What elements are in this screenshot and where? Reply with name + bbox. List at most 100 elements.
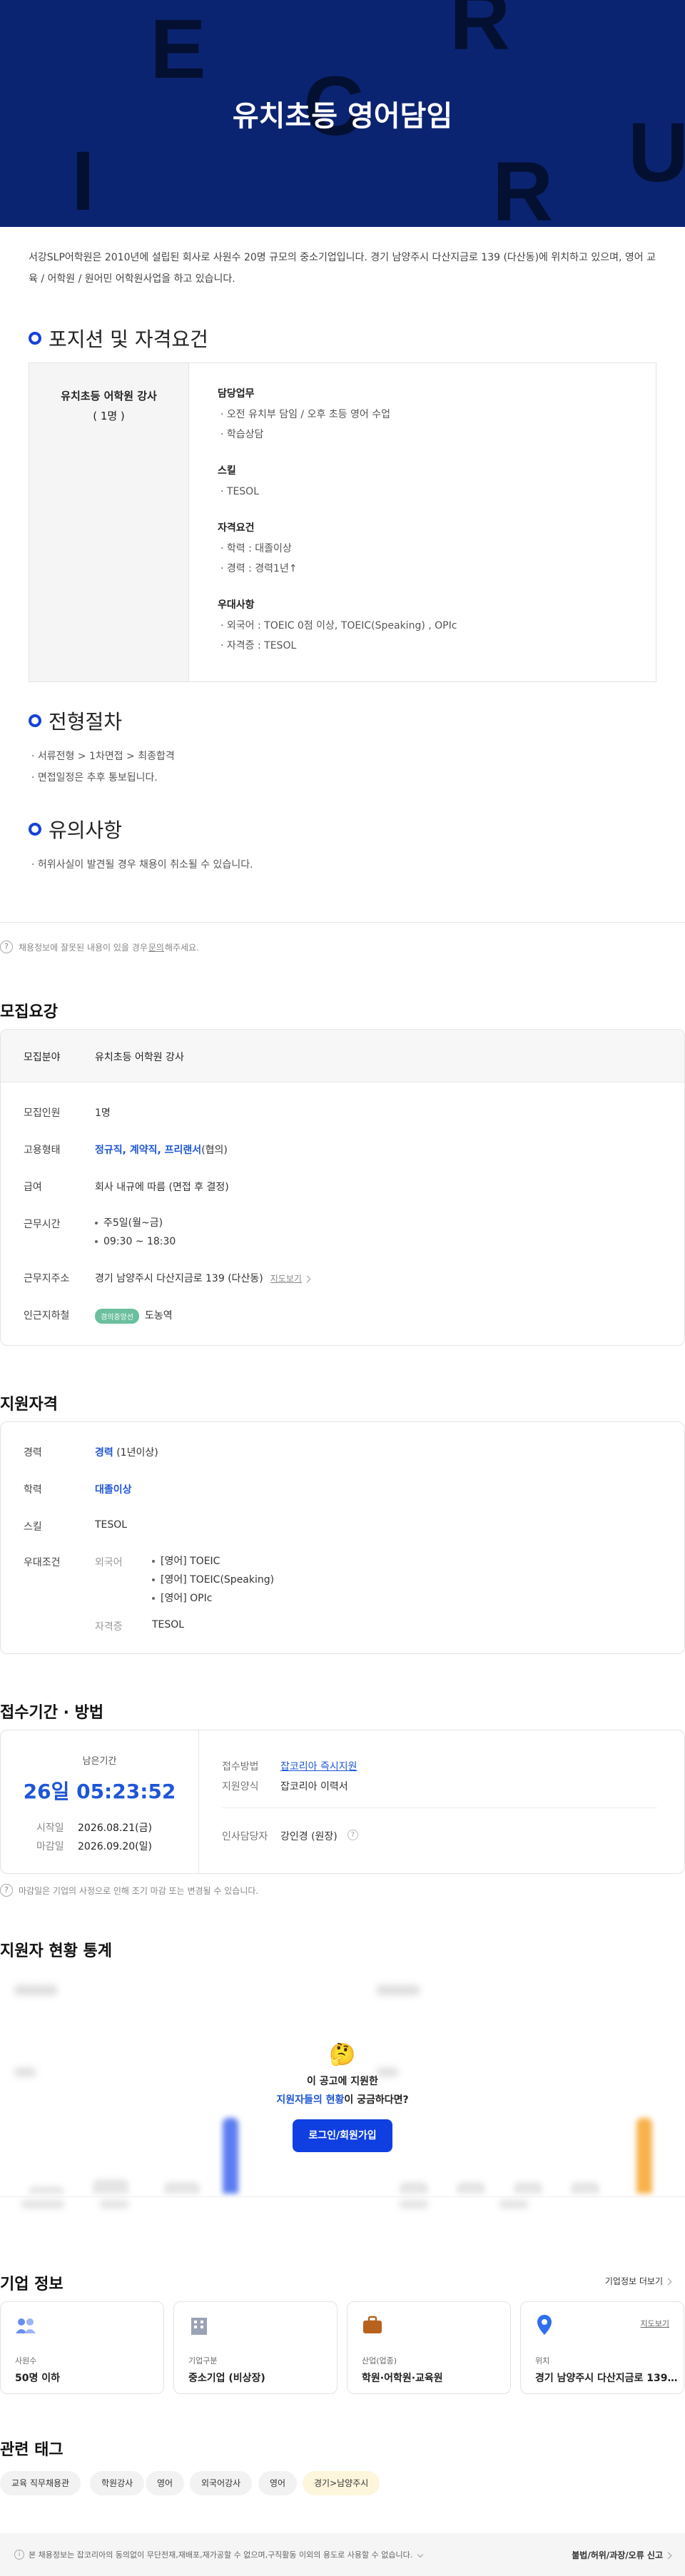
company-intro: 서강SLP어학원은 2010년에 설립된 회사로 사원수 20명 규모의 중소기…	[29, 252, 656, 285]
manager-name: 강인경 (원장)	[280, 1831, 338, 1842]
position-block-title: 자격요건	[218, 522, 255, 534]
position-block-item: · 외국어 : TOEIC 0점 이상, TOEIC(Speaking) , O…	[220, 620, 457, 632]
question-icon: ?	[0, 1884, 13, 1897]
tag-chip[interactable]: 교육 직무채용관	[0, 2471, 81, 2495]
caution-list: · 허위사실이 발견될 경우 채용이 취소될 수 있습니다.	[31, 854, 253, 876]
thinking-face-icon: 🤔	[329, 2042, 356, 2067]
report-link[interactable]: 문의	[148, 941, 164, 953]
label: 모집분야	[24, 1052, 61, 1063]
value: 회사 내규에 따름 (면접 후 결정)	[95, 1182, 229, 1193]
career-value: 경력	[95, 1447, 113, 1459]
job-title: 유치초등 어학원 강사	[61, 390, 157, 402]
process-item: · 서류전형 > 1차면접 > 최종합격	[31, 751, 175, 762]
map-link[interactable]: 지도보기	[641, 2318, 669, 2329]
position-block-item: · 학력 : 대졸이상	[220, 543, 292, 554]
info-icon[interactable]: ?	[347, 1830, 358, 1840]
work-time: 09:30 ~ 18:30	[103, 1236, 176, 1247]
chevron-right-icon	[664, 2278, 672, 2286]
subway-station: 도농역	[145, 1310, 173, 1322]
qual-card: 경력 경력 (1년이상) 학력 대졸이상 스킬 TESOL 우대조건 외국어 [영어]…	[0, 1421, 685, 1654]
circle-bullet-icon	[29, 823, 41, 836]
company-card-type: 기업구분 중소기업 (비상장)	[173, 2301, 338, 2394]
start-date: 2026.08.21(금)	[78, 1822, 152, 1834]
chevron-down-icon	[417, 2551, 424, 2558]
label: 고용형태	[24, 1145, 61, 1156]
skill-value: TESOL	[95, 1519, 128, 1531]
apply-heading: 접수기간 · 방법	[0, 1704, 104, 1722]
value: 1명	[95, 1107, 111, 1119]
tag-chip[interactable]: 영어	[258, 2471, 298, 2495]
position-block: 우대사항 · 외국어 : TOEIC 0점 이상, TOEIC(Speaking)…	[218, 597, 631, 656]
position-block-item: · 자격증 : TESOL	[220, 640, 297, 651]
stats-login-prompt: 🤔 이 공고에 지원한 지원자들의 현황이 궁금하다면? 로그인/회원가입	[0, 2042, 685, 2152]
info-icon: i	[14, 2550, 24, 2560]
position-block: 스킬 · TESOL	[218, 463, 631, 502]
position-block: 자격요건 · 학력 : 대졸이상 · 경력 : 경력1년↑	[218, 520, 631, 579]
company-heading: 기업 정보	[0, 2276, 64, 2293]
login-button[interactable]: 로그인/회원가입	[293, 2119, 392, 2152]
position-block-item: · 경력 : 경력1년↑	[220, 563, 298, 574]
tag-chip[interactable]: 외국어강사	[190, 2471, 253, 2495]
tag-chip[interactable]: 학원강사	[90, 2471, 145, 2495]
subway-line-badge: 경의중앙선	[95, 1308, 139, 1324]
deadline-note: ? 마감일은 기업의 사정으로 인해 조기 마감 또는 변경될 수 있습니다.	[0, 1884, 258, 1897]
location-pin-icon	[537, 2315, 552, 2335]
process-list: · 서류전형 > 1차면접 > 최종합격 · 면접일정은 추후 통보됩니다.	[31, 746, 175, 788]
hero-letter: E	[150, 2, 206, 96]
chevron-right-icon	[303, 1275, 311, 1282]
qual-heading: 지원자격	[0, 1396, 58, 1414]
label: 근무지주소	[24, 1273, 70, 1284]
map-link[interactable]: 지도보기	[270, 1274, 302, 1284]
question-icon: ?	[0, 940, 13, 953]
position-block-item: · 오전 유치부 담임 / 오후 초등 영어 수업	[220, 409, 390, 420]
tag-chip[interactable]: 경기>남양주시	[303, 2471, 380, 2495]
report-link[interactable]: 불법/허위/과장/오류 신고	[572, 2549, 672, 2561]
hero-letter: R	[450, 0, 511, 68]
work-address: 경기 남양주시 다산지금로 139 (다산동)	[95, 1273, 263, 1284]
position-details: 담당업무 · 오전 유치부 담임 / 오후 초등 영어 수업 · 학습상담스킬 · T…	[218, 386, 631, 674]
company-card-employees: 사원수 50명 이하	[0, 2301, 164, 2394]
circle-bullet-icon	[29, 332, 41, 345]
position-block-item: · 학습상담	[220, 429, 264, 440]
people-icon	[16, 2318, 36, 2333]
education-value: 대졸이상	[95, 1484, 132, 1496]
label: 인근지하철	[24, 1310, 70, 1322]
label: 근무시간	[24, 1219, 61, 1230]
label: 급여	[24, 1182, 42, 1193]
recruit-field-row: 모집분야 유치초등 어학원 강사	[1, 1030, 684, 1082]
tag-chip[interactable]: 영어	[146, 2471, 185, 2495]
stats-heading: 지원자 현황 통계	[0, 1942, 112, 1960]
section-heading-caution: 유의사항	[29, 815, 122, 843]
footer-notice[interactable]: i 본 채용정보는 잡코리아의 동의없이 무단전재,재배포,재가공할 수 없으며…	[14, 2549, 424, 2560]
hero-banner: E R C I R U 유치초등 영어담임	[0, 0, 685, 227]
section-heading-process: 전형절차	[29, 706, 122, 735]
position-table: 유치초등 어학원 강사 ( 1명 ) 담당업무 · 오전 유치부 담임 / 오후 …	[29, 362, 656, 682]
page-title: 유치초등 영어담임	[232, 100, 453, 133]
circle-bullet-icon	[29, 714, 41, 727]
tags-heading: 관련 태그	[0, 2441, 64, 2459]
position-block-item: · TESOL	[220, 486, 260, 497]
job-count: ( 1명 )	[93, 410, 125, 422]
report-note: ? 채용정보에 잘못된 내용이 있을 경우 문의 해주세요.	[0, 940, 199, 953]
hero-letter: R	[492, 145, 554, 227]
label: 모집인원	[24, 1107, 61, 1119]
process-item: · 면접일정은 추후 통보됩니다.	[31, 772, 158, 784]
chevron-right-icon	[664, 2552, 672, 2560]
company-more-link[interactable]: 기업정보 더보기	[605, 2275, 672, 2287]
building-icon	[191, 2318, 207, 2335]
cert-value: TESOL	[152, 1619, 185, 1631]
employment-type: 정규직, 계약직, 프리랜서	[95, 1145, 202, 1156]
company-card-location: 지도보기 위치경기 남양주시 다산지금로 139 (다산동)	[520, 2301, 684, 2394]
briefcase-icon	[363, 2316, 382, 2333]
position-block-title: 담당업무	[218, 388, 255, 400]
position-block-title: 우대사항	[218, 599, 255, 611]
position-block: 담당업무 · 오전 유치부 담임 / 오후 초등 영어 수업 · 학습상담	[218, 386, 631, 445]
footer-bar: i 본 채용정보는 잡코리아의 동의없이 무단전재,재배포,재가공할 수 없으며…	[0, 2533, 685, 2576]
hero-letter: I	[71, 134, 95, 227]
value: 유치초등 어학원 강사	[95, 1052, 184, 1063]
recruit-card: 모집분야 유치초등 어학원 강사 모집인원 1명 고용형태 정규직, 계약직, 프리…	[0, 1029, 685, 1346]
work-days: 주5일(월~금)	[103, 1217, 163, 1229]
apply-method-link[interactable]: 잡코리아 즉시지원	[280, 1759, 357, 1773]
deadline-panel: 남은기간 26일 05:23:52 시작일 2026.08.21(금) 마감일 20…	[1, 1730, 199, 1873]
company-card-industry: 산업(업종) 학원·어학원·교육원	[347, 2301, 511, 2394]
